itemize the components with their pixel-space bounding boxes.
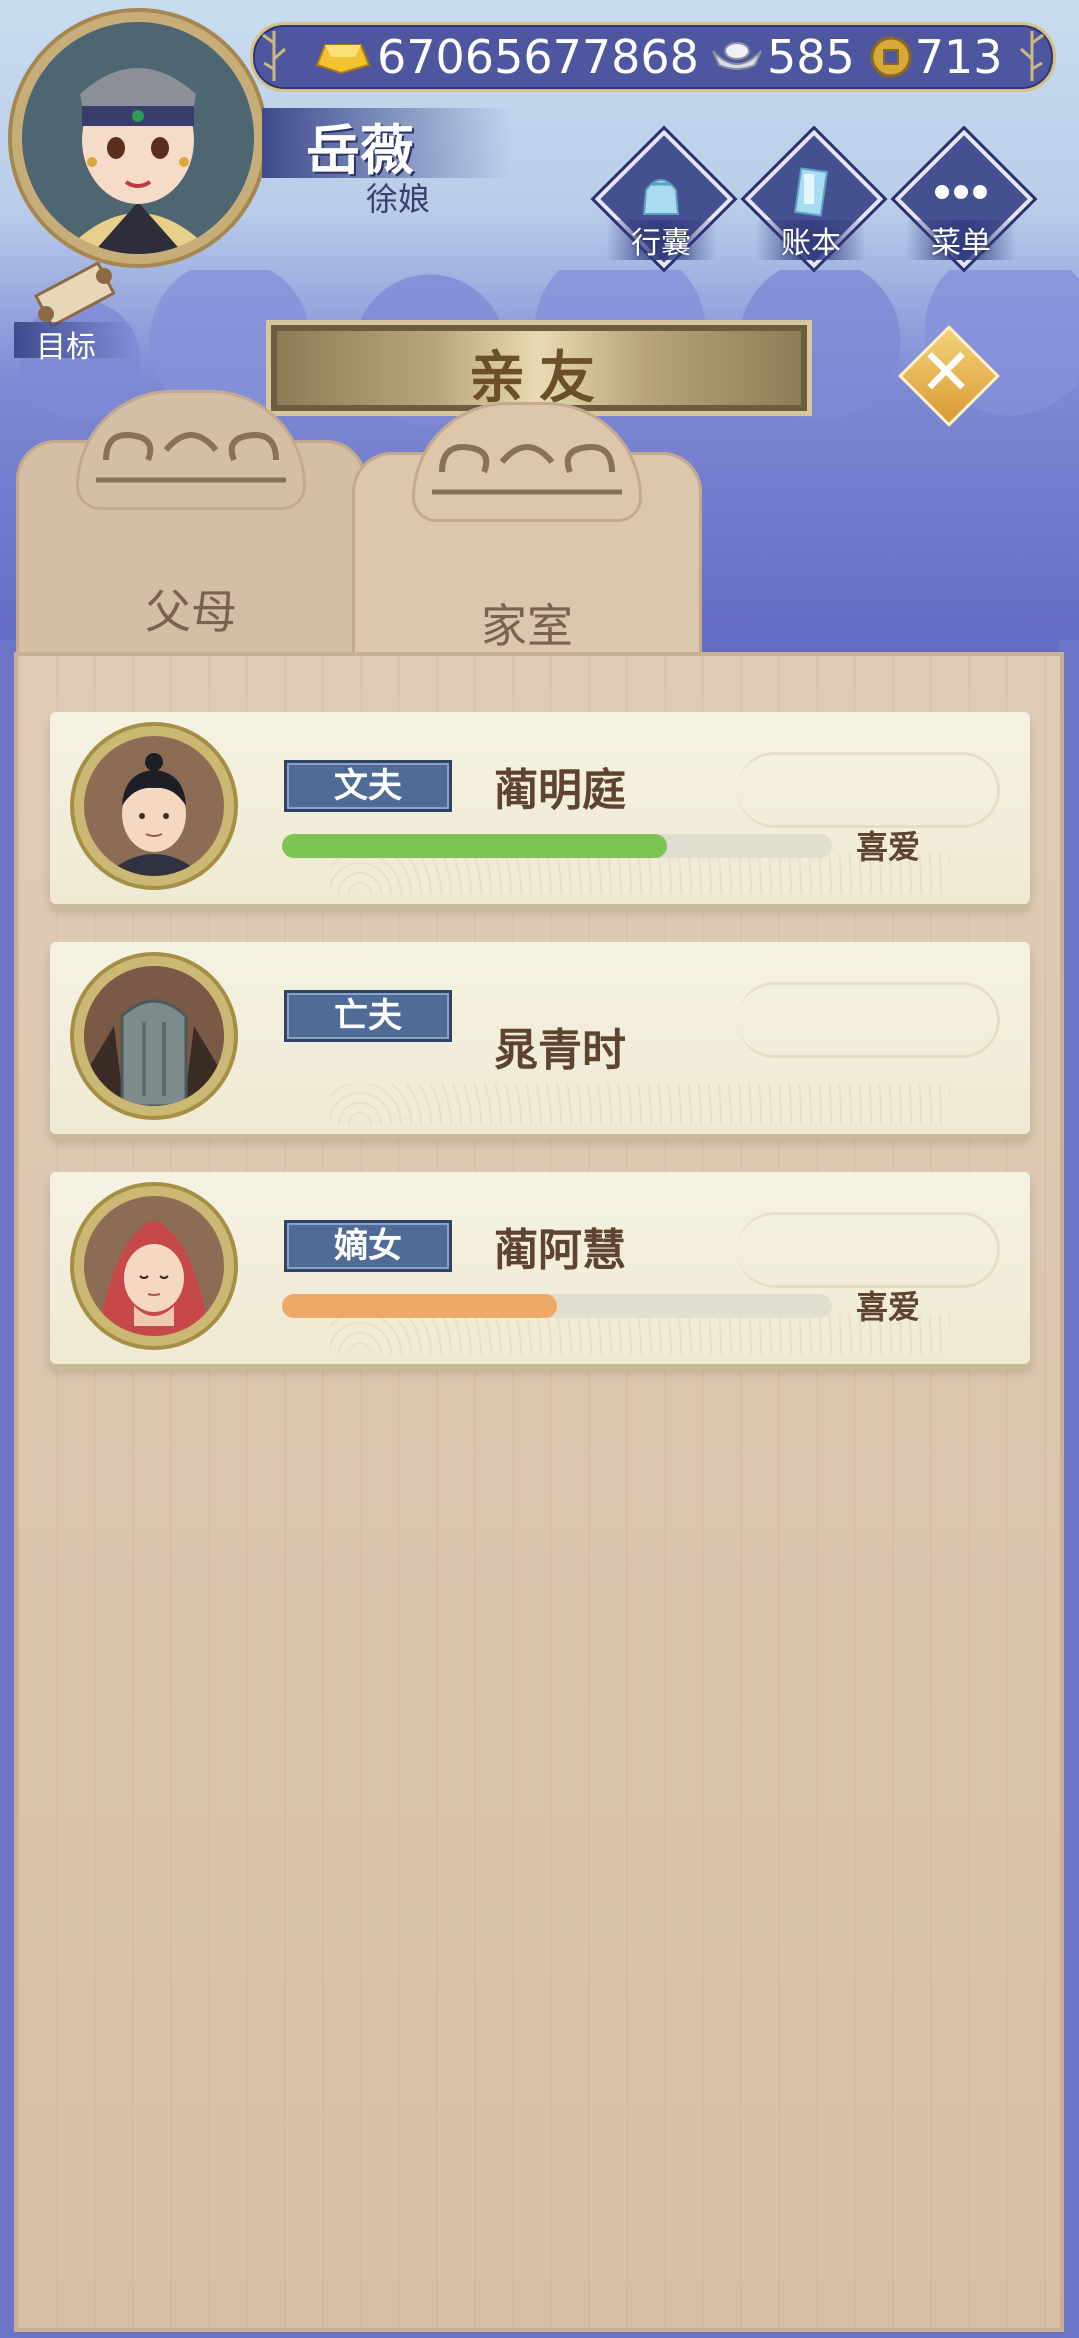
silver-ingot-icon [709, 37, 765, 77]
avatar [74, 1186, 234, 1346]
scroll-icon [33, 262, 116, 328]
list-item[interactable]: 嫡女 蔺阿慧 喜爱 [50, 1172, 1030, 1364]
affection-bar [282, 1294, 832, 1318]
player-title: 徐娘 [366, 180, 431, 218]
gold-ingot-icon [311, 39, 371, 75]
tab-cloud-cap [76, 390, 306, 510]
close-icon: ✕ [919, 336, 973, 410]
relation-tag: 亡夫 [284, 990, 452, 1042]
menu-label: 菜单 [931, 226, 991, 261]
tab-parents[interactable]: 父母 [16, 390, 366, 660]
affection-bar-fill [282, 834, 667, 858]
affection-bar [282, 834, 832, 858]
portrait [84, 966, 224, 1106]
avatar-portrait [22, 22, 254, 254]
portrait [84, 736, 224, 876]
copper-coin-icon [869, 35, 913, 79]
bag-button[interactable]: 行囊 [594, 129, 734, 270]
ledger-label: 账本 [781, 226, 841, 261]
bamboo-decoration-icon [1019, 31, 1044, 81]
bamboo-decoration-icon [262, 31, 287, 81]
tab-family-label: 家室 [481, 599, 573, 653]
tab-family[interactable]: 家室 [352, 402, 702, 672]
card-cloud-decoration [737, 982, 1000, 1058]
list-item[interactable]: 亡夫 晁青时 [50, 942, 1030, 1134]
bag-icon [642, 179, 680, 215]
affection-bar-fill [282, 1294, 557, 1318]
tab-cloud-cap [412, 402, 642, 522]
list-item[interactable]: 文夫 蔺明庭 喜爱 [50, 712, 1030, 904]
portrait [84, 1196, 224, 1336]
goal-label: 目标 [14, 322, 134, 365]
card-cloud-decoration [737, 1212, 1000, 1288]
silver-amount: 585 [766, 30, 855, 84]
cloud-ornament-icon [432, 444, 622, 495]
ledger-button[interactable]: 账本 [744, 129, 884, 270]
coin-amount: 713 [914, 30, 1003, 84]
currency-bar: 67065677868 585 713 [250, 22, 1056, 92]
close-button[interactable]: ✕ [895, 322, 1000, 427]
relative-name: 蔺明庭 [494, 765, 626, 816]
bag-label: 行囊 [631, 226, 691, 261]
goal-button[interactable]: 目标 [14, 262, 134, 365]
tab-parents-label: 父母 [145, 585, 237, 639]
menu-dots-icon [935, 185, 987, 199]
relative-name: 晁青时 [494, 1025, 626, 1076]
card-cloud-decoration [737, 752, 1000, 828]
content-panel [14, 652, 1064, 2332]
player-avatar[interactable] [12, 12, 264, 264]
relative-name: 蔺阿慧 [494, 1225, 626, 1276]
relation-tag: 文夫 [284, 760, 452, 812]
gold-amount: 67065677868 [377, 30, 699, 84]
affection-label: 喜爱 [856, 1288, 921, 1326]
avatar [74, 956, 234, 1116]
card-wave-decoration [330, 1084, 950, 1124]
menu-button[interactable]: 菜单 [894, 129, 1034, 270]
relation-tag: 嫡女 [284, 1220, 452, 1272]
avatar [74, 726, 234, 886]
cloud-ornament-icon [96, 432, 286, 483]
affection-label: 喜爱 [856, 828, 921, 866]
ledger-icon [793, 167, 829, 217]
